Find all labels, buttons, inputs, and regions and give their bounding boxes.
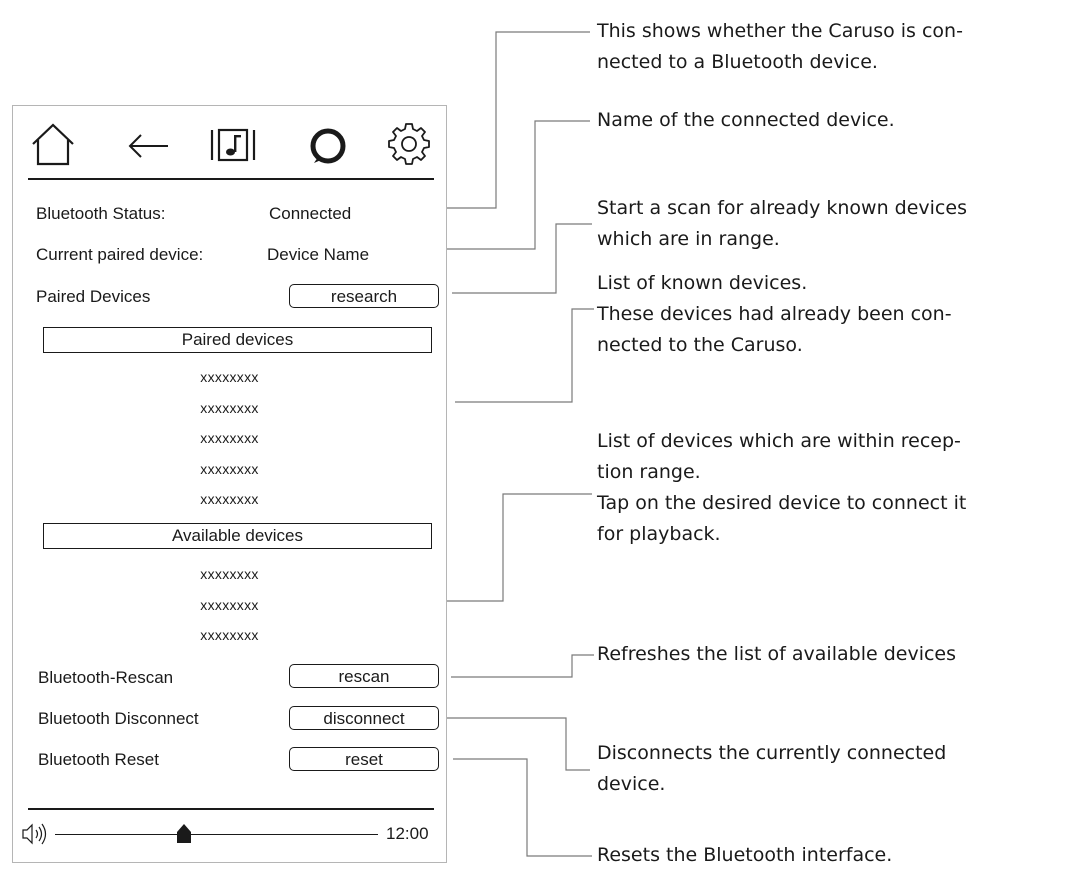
paired-device-label: Current paired device: (36, 245, 204, 264)
bluetooth-status-value: Connected (269, 204, 352, 223)
annotation-available-list: List of devices which are within recep- … (597, 430, 967, 545)
callout-line-status (447, 31, 590, 209)
paired-devices-header: Paired devices (43, 327, 432, 353)
available-devices-header: Available devices (43, 523, 432, 549)
paired-devices-label: Paired Devices (36, 287, 151, 306)
back-arrow-icon[interactable] (125, 120, 173, 168)
available-device-item[interactable]: xxxxxxxx (13, 590, 446, 621)
clock: 12:00 (386, 824, 429, 843)
callout-line-rescan (451, 654, 594, 678)
alexa-ring-icon[interactable] (304, 120, 352, 168)
disconnect-label: Bluetooth Disconnect (38, 709, 199, 728)
paired-device-value: Device Name (267, 245, 370, 264)
research-button[interactable]: research (289, 284, 439, 308)
device-screen: Bluetooth Status: Connected Current pair… (12, 105, 447, 863)
paired-devices-list: xxxxxxxx xxxxxxxx xxxxxxxx xxxxxxxx xxxx… (13, 362, 446, 515)
callout-line-reset (453, 758, 592, 857)
reset-button[interactable]: reset (289, 747, 439, 771)
callout-line-device-name (447, 120, 590, 250)
volume-slider-track[interactable] (55, 834, 378, 835)
speaker-volume-icon[interactable] (21, 821, 51, 847)
bluetooth-status-label: Bluetooth Status: (36, 204, 166, 223)
callout-line-available-list (447, 493, 592, 602)
annotation-device-name: Name of the connected device. (597, 109, 895, 131)
reset-label: Bluetooth Reset (38, 750, 159, 769)
paired-device-item[interactable]: xxxxxxxx (13, 454, 446, 485)
home-icon[interactable] (29, 120, 77, 168)
available-device-item[interactable]: xxxxxxxx (13, 620, 446, 651)
rescan-button[interactable]: rescan (289, 664, 439, 688)
volume-slider-thumb[interactable] (173, 822, 195, 844)
disconnect-button[interactable]: disconnect (289, 706, 439, 730)
available-device-item[interactable]: xxxxxxxx (13, 559, 446, 590)
rescan-label: Bluetooth-Rescan (38, 668, 174, 687)
paired-device-item[interactable]: xxxxxxxx (13, 362, 446, 393)
annotation-reset: Resets the Bluetooth interface. (597, 844, 893, 866)
annotation-paired-list: List of known devices. These devices had… (597, 272, 952, 356)
footer-divider (28, 808, 434, 810)
available-devices-list: xxxxxxxx xxxxxxxx xxxxxxxx (13, 559, 446, 651)
callout-line-disconnect (447, 717, 590, 771)
paired-device-item[interactable]: xxxxxxxx (13, 393, 446, 424)
annotation-status: This shows whether the Caruso is con- ne… (597, 20, 963, 73)
toolbar (13, 106, 446, 176)
callout-line-paired-list (455, 308, 594, 403)
paired-device-item[interactable]: xxxxxxxx (13, 484, 446, 515)
toolbar-divider (28, 178, 434, 180)
annotation-rescan: Refreshes the list of available devices (597, 643, 957, 665)
callout-line-research (452, 223, 592, 294)
gear-icon[interactable] (385, 120, 433, 168)
music-library-icon[interactable] (209, 120, 257, 168)
annotation-disconnect: Disconnects the currently connected devi… (597, 742, 947, 795)
paired-device-item[interactable]: xxxxxxxx (13, 423, 446, 454)
annotation-research: Start a scan for already known devices w… (597, 197, 967, 250)
